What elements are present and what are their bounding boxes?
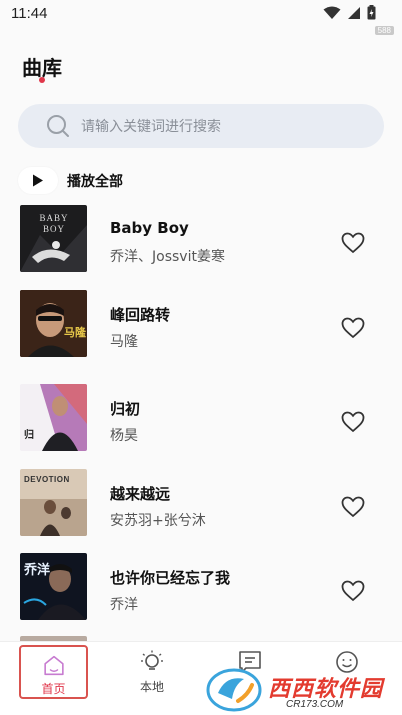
cover-text: 归 (24, 430, 34, 441)
play-icon (33, 174, 43, 187)
song-title: 越来越远 (110, 485, 171, 503)
heart-icon[interactable] (341, 580, 365, 602)
watermark-emblem-icon (206, 668, 262, 712)
watermark-url: CR173.COM (286, 699, 344, 710)
nav-home[interactable]: 首页 (19, 645, 88, 699)
play-all-button[interactable] (18, 167, 58, 194)
heart-icon[interactable] (341, 411, 365, 433)
song-artist: 杨昊 (110, 428, 138, 444)
nav-local[interactable]: 本地 (117, 642, 187, 698)
list-item[interactable]: 马隆 峰回路转 马隆 (0, 290, 402, 362)
signal-icon (348, 6, 360, 19)
status-tag: 588 (374, 26, 394, 35)
status-bar: 11:44 588 (0, 0, 402, 35)
cover-text: DEVOTION (24, 475, 70, 484)
status-time: 11:44 (11, 5, 48, 22)
nav-home-label: 首页 (41, 682, 66, 696)
cover-text: BABY BOY (39, 213, 69, 234)
album-cover: 乔洋 (20, 553, 87, 620)
watermark-logo: 西西软件园 CR173.COM (202, 663, 402, 715)
status-icons (323, 5, 376, 20)
wifi-icon (323, 6, 341, 19)
album-cover: 马隆 (20, 290, 87, 357)
song-artist: 乔洋、Jossvit姜寒 (110, 249, 225, 265)
song-artist: 马隆 (110, 334, 138, 350)
search-input[interactable]: 请输入关键词进行搜索 (81, 116, 221, 136)
search-icon (47, 115, 69, 137)
album-cover: DEVOTION (20, 469, 87, 536)
lightbulb-icon (141, 650, 163, 670)
list-item[interactable]: 归 归初 杨昊 (0, 384, 402, 456)
play-all-label: 播放全部 (67, 173, 123, 190)
list-item[interactable]: BABY BOY Baby Boy 乔洋、Jossvit姜寒 (0, 205, 402, 277)
song-artist: 安苏羽+张兮沐 (110, 513, 206, 529)
album-cover: 归 (20, 384, 87, 451)
list-item[interactable]: 乔洋 也许你已经忘了我 乔洋 (0, 553, 402, 625)
heart-icon[interactable] (341, 232, 365, 254)
cover-text: 乔洋 (24, 563, 51, 578)
home-icon (43, 655, 64, 676)
song-artist: 乔洋 (110, 597, 138, 613)
search-bar[interactable]: 请输入关键词进行搜索 (18, 104, 384, 148)
cover-text: 马隆 (64, 326, 86, 339)
heart-icon[interactable] (341, 496, 365, 518)
play-all-row[interactable]: 播放全部 (18, 167, 123, 194)
song-title: 归初 (110, 400, 141, 418)
song-title: Baby Boy (110, 219, 189, 237)
song-title: 也许你已经忘了我 (110, 569, 231, 587)
battery-icon (367, 5, 376, 20)
heart-icon[interactable] (341, 317, 365, 339)
nav-local-label: 本地 (139, 680, 164, 694)
title-indicator-dot (39, 77, 45, 83)
album-cover: BABY BOY (20, 205, 87, 272)
list-item[interactable]: DEVOTION 越来越远 安苏羽+张兮沐 (0, 469, 402, 541)
song-title: 峰回路转 (110, 306, 171, 324)
